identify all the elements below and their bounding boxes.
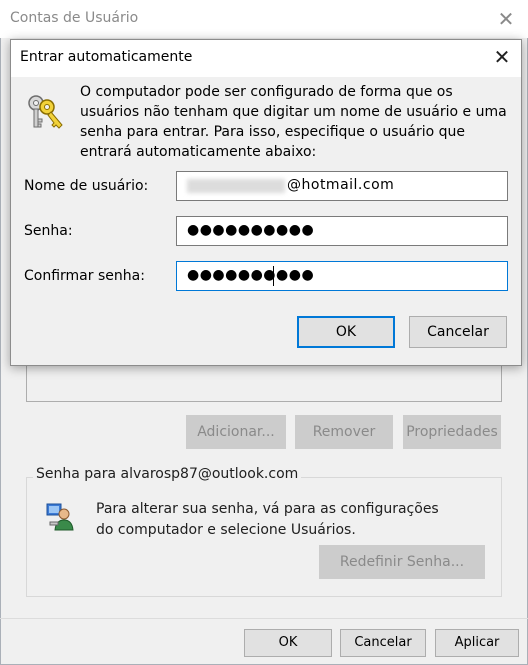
confirm-password-field[interactable]: ●●●●●●●●●● — [176, 261, 508, 291]
footer-divider — [0, 618, 528, 619]
username-domain: @hotmail.com — [287, 177, 395, 193]
password-label: Senha: — [24, 223, 73, 239]
add-user-button[interactable]: Adicionar... — [186, 415, 286, 449]
apply-button[interactable]: Aplicar — [435, 629, 519, 657]
text-caret — [273, 266, 274, 286]
users-list[interactable] — [26, 364, 502, 402]
properties-button[interactable]: Propriedades — [403, 415, 501, 449]
dialog-title: Entrar automaticamente — [20, 49, 193, 65]
confirm-password-value: ●●●●●●●●●● — [187, 267, 315, 283]
dialog-cancel-button[interactable]: Cancelar — [409, 316, 507, 348]
user-accounts-title: Contas de Usuário — [10, 10, 139, 26]
remove-user-button[interactable]: Remover — [295, 415, 393, 449]
close-icon[interactable]: ✕ — [490, 45, 514, 69]
password-group-title: Senha para alvarosp87@outlook.com — [33, 466, 302, 482]
password-change-instructions: Para alterar sua senha, vá para as confi… — [96, 501, 439, 538]
username-field[interactable]: @hotmail.com — [176, 171, 508, 201]
reset-password-button[interactable]: Redefinir Senha... — [319, 545, 485, 579]
close-icon[interactable]: ✕ — [494, 7, 518, 31]
keys-icon — [25, 93, 65, 133]
password-value: ●●●●●●●●●● — [187, 222, 315, 238]
dialog-ok-button[interactable]: OK — [297, 316, 395, 348]
dialog-description: O computador pode ser configurado de for… — [80, 84, 507, 160]
cancel-button[interactable]: Cancelar — [340, 629, 426, 657]
confirm-password-label: Confirmar senha: — [24, 268, 145, 284]
ok-button[interactable]: OK — [244, 629, 332, 657]
redacted-username — [187, 179, 285, 193]
password-field[interactable]: ●●●●●●●●●● — [176, 216, 508, 246]
username-label: Nome de usuário: — [24, 178, 149, 194]
user-key-icon — [44, 500, 76, 532]
